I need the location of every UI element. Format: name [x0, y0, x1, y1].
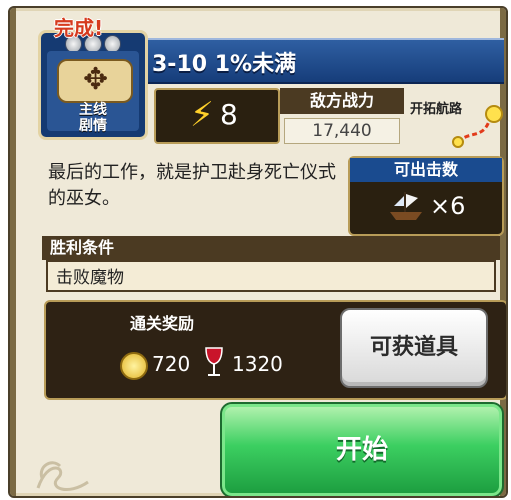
victory-condition-header: 胜利条件 [42, 236, 500, 260]
emblem-inner: ✥ 主线 剧情 [47, 51, 139, 134]
obtainable-items-label: 可获道具 [369, 335, 458, 360]
category-line2: 剧情 [79, 118, 107, 134]
route-path-icon [452, 105, 503, 148]
energy-cost: ⚡ 8 [154, 88, 280, 144]
mission-description: 最后的工作，就是护卫赴身死亡仪式的巫女。 [48, 162, 336, 209]
victory-condition-value: 击败魔物 [46, 260, 496, 292]
mission-panel: 3-10 1%未满 ✥ 主线 剧情 完成! ⚡ 8 敌方战力 17,440 开拓… [8, 6, 508, 498]
sortie-value: ×6 [430, 192, 466, 220]
route-button[interactable]: 开拓航路 [410, 94, 506, 154]
ship-icon [390, 192, 422, 220]
energy-cost-value: 8 [220, 98, 238, 131]
panel-left-border [10, 8, 16, 496]
completed-label: 完成! [54, 16, 104, 40]
start-button-label: 开始 [335, 435, 388, 465]
sortie-count: 可出击数 ×6 [348, 156, 504, 236]
mission-title-bar: 3-10 1%未满 [140, 38, 504, 84]
rewards-label: 通关奖励 [130, 314, 195, 333]
enemy-power-label: 敌方战力 [280, 88, 404, 114]
wine-glass-icon [205, 347, 223, 376]
wine-reward: 1320 [232, 352, 283, 376]
sortie-label: 可出击数 [350, 158, 502, 182]
obtainable-items-button[interactable]: 可获道具 [340, 308, 488, 388]
gold-coin-icon [120, 352, 148, 380]
decorative-flourish-icon [36, 461, 89, 492]
mission-emblem: ✥ 主线 剧情 [38, 30, 148, 140]
gold-reward: 720 [152, 352, 191, 376]
enemy-power-value: 17,440 [284, 118, 400, 144]
map-compass-icon: ✥ [57, 59, 133, 103]
mission-title: 3-10 1%未满 [152, 52, 297, 77]
start-button[interactable]: 开始 [220, 402, 504, 496]
enemy-power: 敌方战力 17,440 [280, 88, 404, 144]
lightning-bolt-icon: ⚡ [190, 95, 214, 135]
